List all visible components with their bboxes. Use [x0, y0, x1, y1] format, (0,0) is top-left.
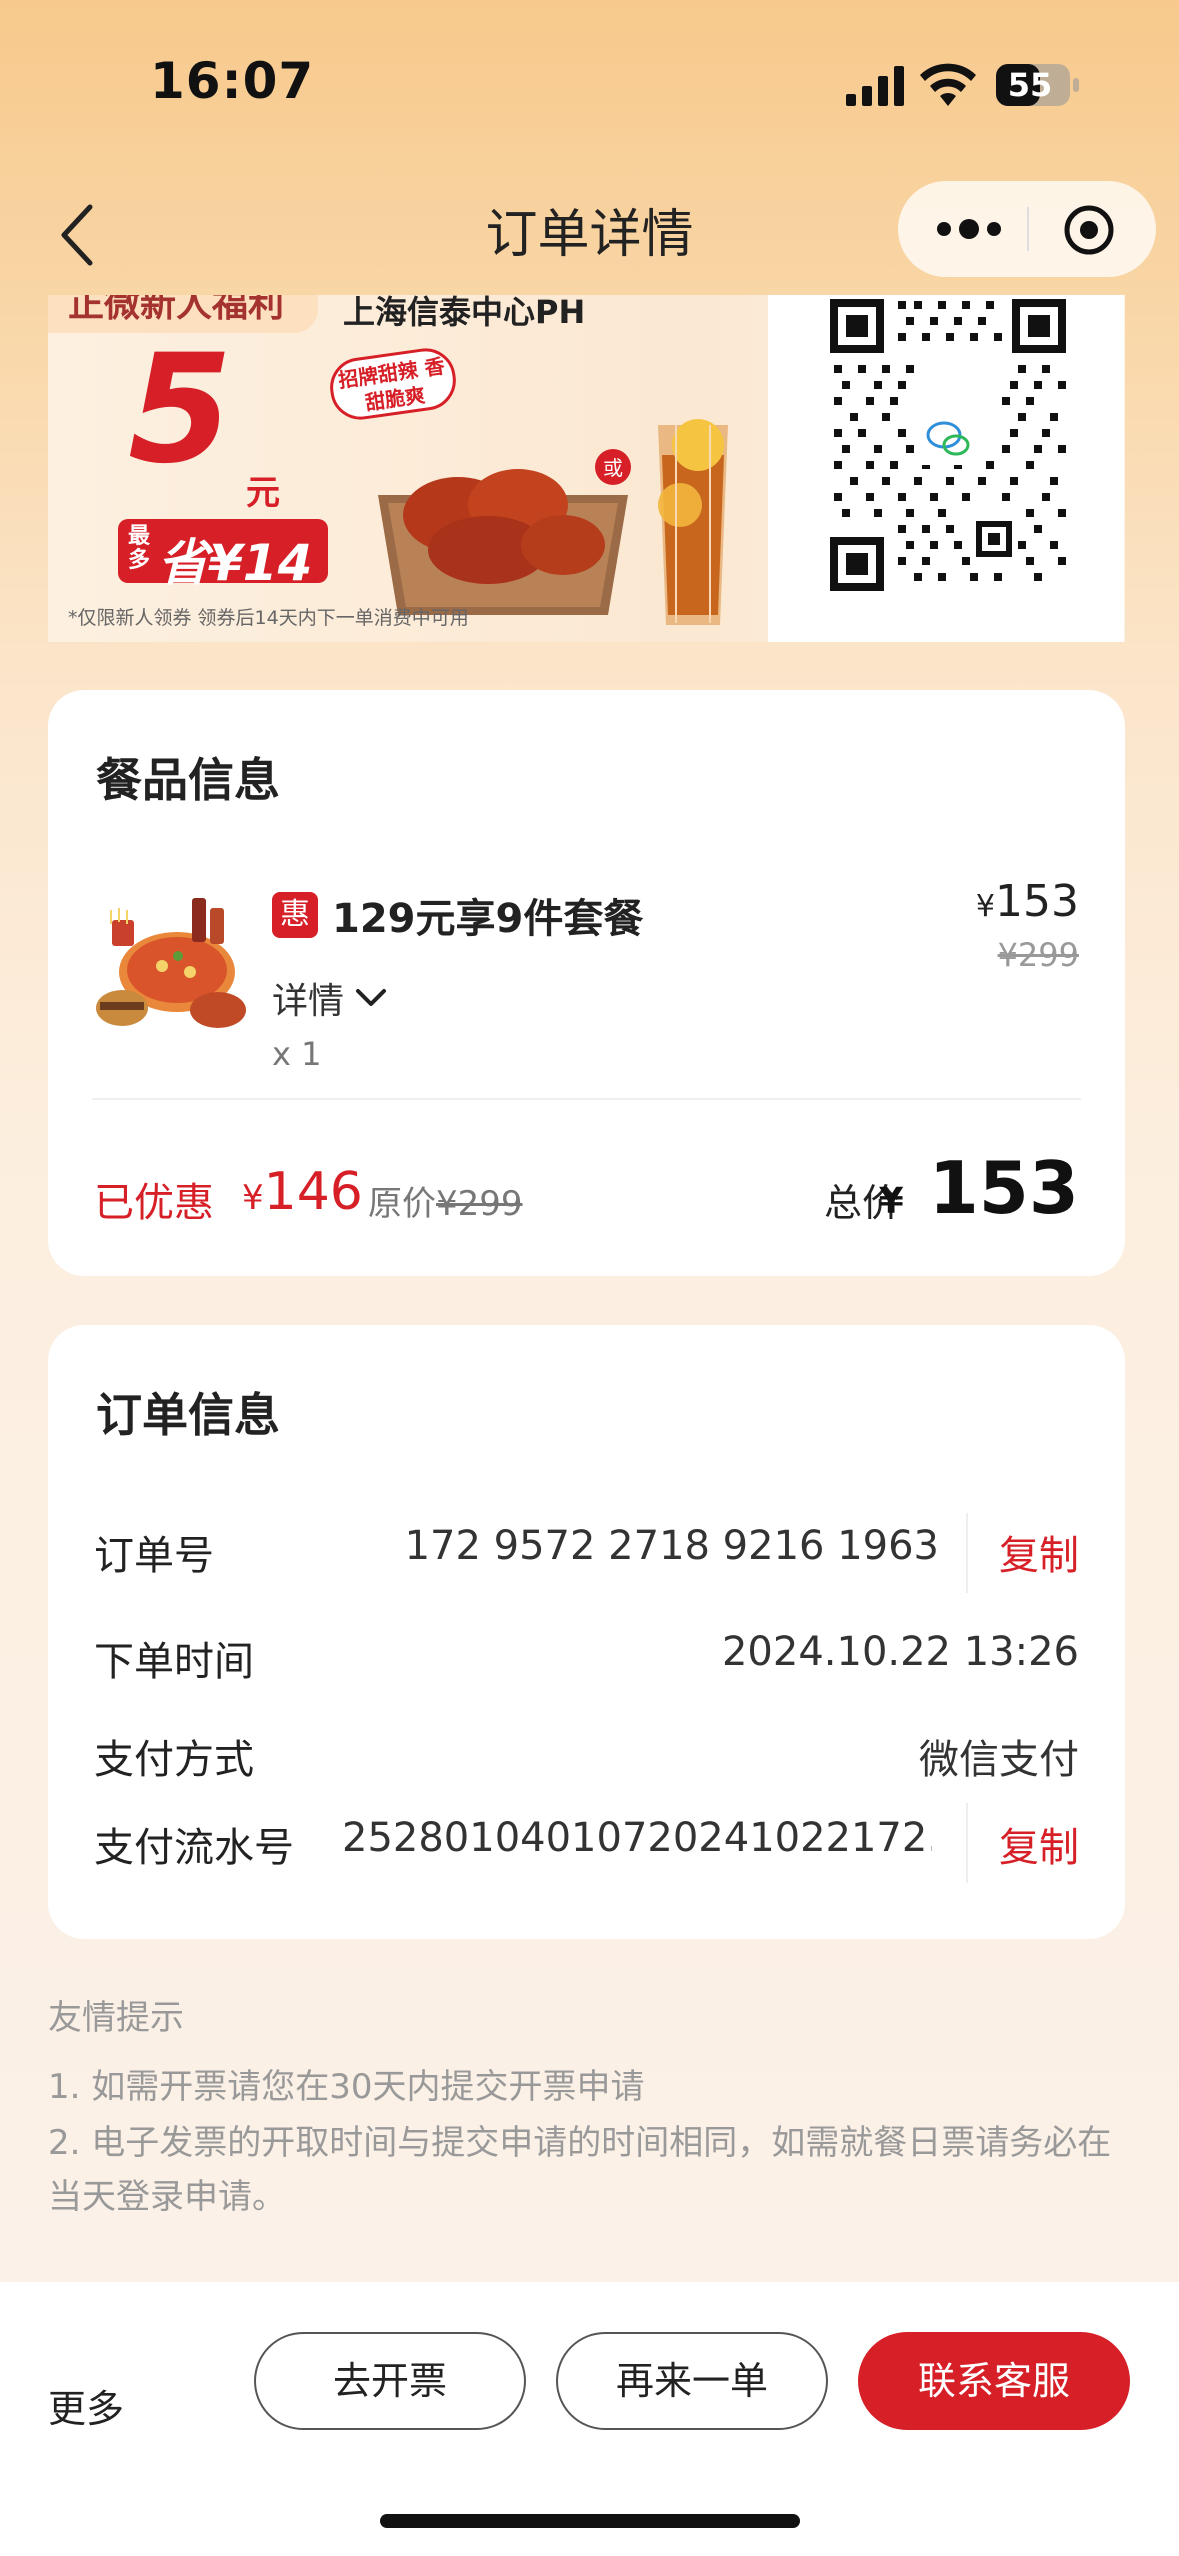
price-value: 153	[995, 876, 1079, 927]
saved-value: 146	[263, 1162, 363, 1222]
qr-code-image	[828, 295, 1068, 595]
capsule-divider	[1027, 207, 1029, 251]
product-thumbnail	[96, 898, 246, 1028]
copy-order-number-button[interactable]: 复制	[999, 1523, 1079, 1581]
product-name: 129元享9件套餐	[332, 896, 644, 942]
copy-transaction-number-button[interactable]: 复制	[999, 1815, 1079, 1873]
battery-level: 55	[1007, 66, 1053, 104]
divider	[92, 1098, 1081, 1100]
nav-bar: 订单详情	[0, 175, 1179, 295]
invoice-button[interactable]: 去开票	[254, 2332, 526, 2430]
mini-program-capsule	[898, 181, 1156, 277]
banner-save-badge: 最多 省¥14	[118, 519, 328, 592]
promo-badge: 惠	[272, 892, 318, 938]
divider	[966, 1803, 968, 1883]
order-time-label: 下单时间	[94, 1639, 254, 1685]
promo-banner[interactable]: 正微新人福利 上海信泰中心PH 5 元 最多 省¥14 或 招牌甜辣 香甜脆爽	[48, 295, 1125, 642]
order-info-card: 订单信息 订单号 172 9572 2718 9216 1963 复制 下单时间…	[48, 1325, 1125, 1939]
order-number-label: 订单号	[94, 1533, 214, 1579]
qr-code[interactable]	[768, 295, 1124, 642]
tip-item: 1. 如需开票请您在30天内提交开票申请	[48, 2067, 645, 2107]
product-price: ¥153	[976, 876, 1079, 927]
detail-toggle[interactable]: 详情	[272, 972, 344, 1024]
payment-method-label: 支付方式	[94, 1737, 254, 1783]
signal-icon	[846, 66, 904, 106]
payment-method: 微信支付	[919, 1737, 1079, 1783]
close-target-icon[interactable]	[1062, 203, 1116, 257]
transaction-number-label: 支付流水号	[94, 1825, 294, 1871]
food-info-title: 餐品信息	[96, 753, 280, 807]
status-bar: 16:07 55	[0, 0, 1179, 175]
order-time: 2024.10.22 13:26	[721, 1629, 1079, 1675]
banner-unit: 元	[246, 473, 280, 513]
banner-or-text: 或	[603, 456, 623, 480]
original-total: 原价¥299	[368, 1176, 523, 1225]
fried-chicken-and-tea-image: 或	[378, 419, 728, 625]
banner-save-prefix: 最多	[128, 524, 151, 573]
reorder-button[interactable]: 再来一单	[556, 2332, 828, 2430]
divider	[966, 1513, 968, 1593]
product-quantity: x 1	[272, 1035, 322, 1073]
chevron-down-icon[interactable]	[354, 986, 388, 1010]
total-symbol: ¥	[878, 1181, 904, 1222]
banner-discount-number: 5	[128, 323, 233, 497]
banner-save-text: 省¥14	[158, 534, 313, 592]
banner-store-name: 上海信泰中心PH	[343, 295, 586, 331]
original-total-value: ¥299	[436, 1184, 523, 1224]
wifi-icon	[920, 63, 976, 106]
contact-service-button[interactable]: 联系客服	[858, 2332, 1130, 2430]
tips-title: 友情提示	[48, 1998, 184, 2038]
original-total-label: 原价	[368, 1184, 436, 1224]
order-number: 172 9572 2718 9216 1963	[404, 1523, 939, 1569]
status-time: 16:07	[150, 52, 315, 110]
saved-label: 已优惠	[94, 1180, 214, 1226]
total-value: 153	[928, 1146, 1079, 1230]
transaction-number: 25280104010720241022172...	[342, 1815, 932, 1861]
banner-note: *仅限新人领券 领券后14天内下一单消费中可用	[68, 607, 469, 629]
saved-amount: ¥146	[242, 1162, 363, 1222]
product-original-price: ¥299	[997, 936, 1079, 974]
more-button[interactable]: 更多	[48, 2378, 124, 2433]
total-amount: ¥ 153	[879, 1146, 1079, 1230]
more-icon[interactable]	[934, 211, 1004, 247]
price-symbol: ¥	[975, 889, 996, 924]
order-info-title: 订单信息	[96, 1388, 280, 1442]
home-indicator[interactable]	[380, 2514, 800, 2528]
tip-item: 2. 电子发票的开取时间与提交申请的时间相同，如需就餐日票请务必在当天登录申请。	[48, 2123, 1112, 2217]
food-info-card: 餐品信息 惠 129元享9件套餐 ¥153 ¥299 详情 x 1 已优惠 ¥1…	[48, 690, 1125, 1276]
saved-symbol: ¥	[242, 1178, 264, 1218]
